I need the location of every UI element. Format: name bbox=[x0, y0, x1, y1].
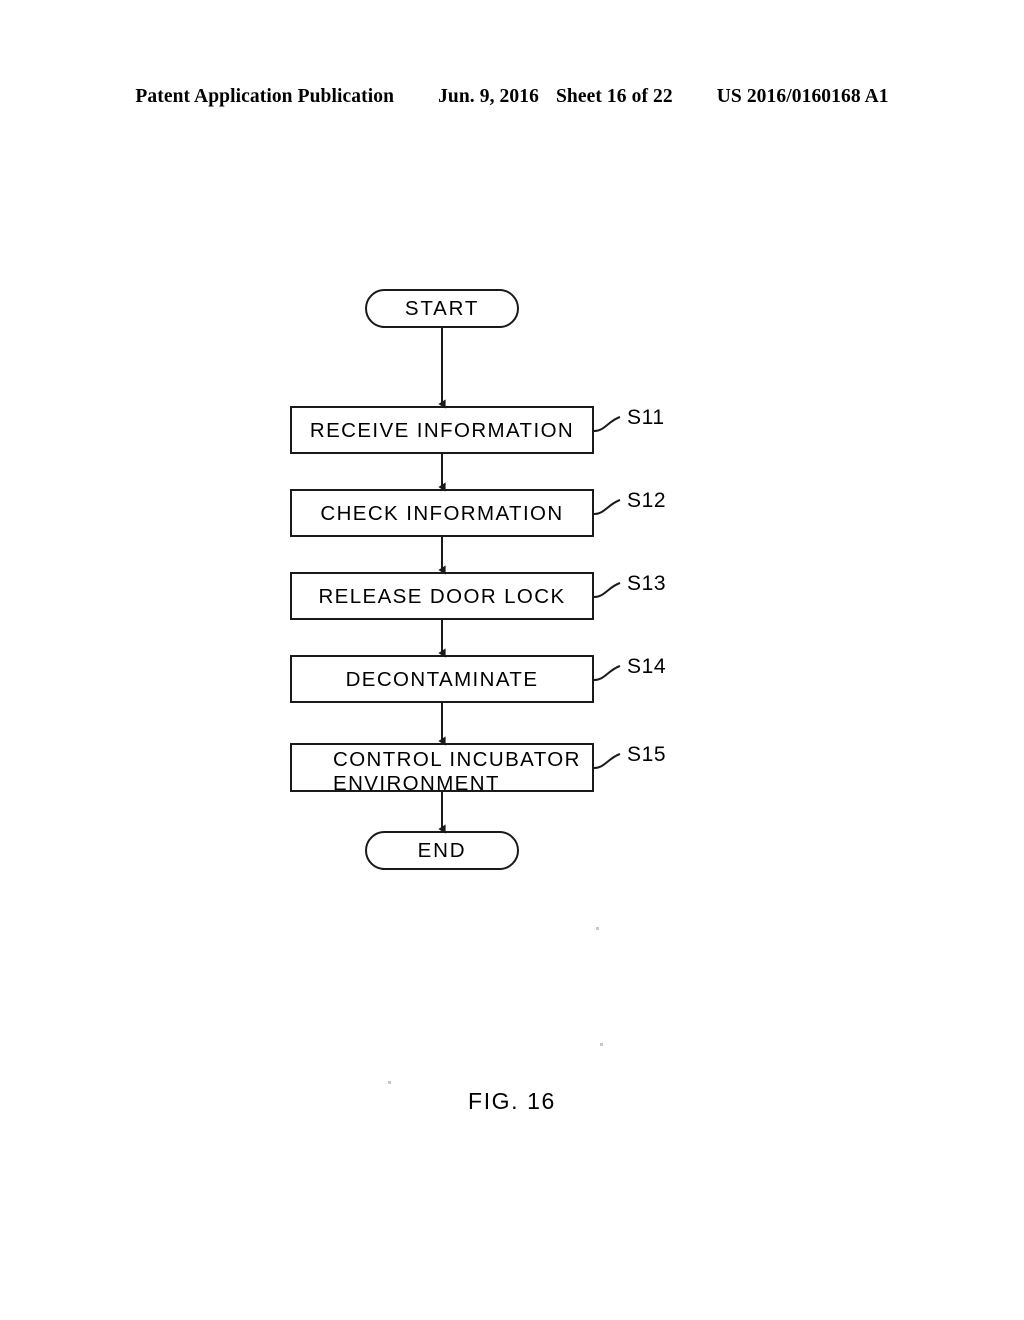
step-tag-s14: S14 bbox=[627, 655, 667, 678]
process-label-s15-line2: ENVIRONMENT bbox=[333, 772, 500, 796]
end-terminal-label: END bbox=[417, 839, 467, 862]
start-terminal-label: START bbox=[404, 297, 480, 320]
flowchart-figure: START RECEIVE INFORMATION CHECK INFORMAT… bbox=[0, 0, 1024, 1320]
step-tag-s15: S15 bbox=[627, 743, 667, 766]
leader-line-s13 bbox=[592, 582, 621, 599]
leader-line-s12 bbox=[592, 499, 621, 516]
scan-speckle bbox=[596, 927, 599, 930]
process-label-s13: RELEASE DOOR LOCK bbox=[318, 585, 566, 608]
process-label-s14: DECONTAMINATE bbox=[345, 668, 539, 691]
process-label-s12: CHECK INFORMATION bbox=[320, 502, 564, 525]
scan-speckle bbox=[600, 1043, 603, 1046]
process-label-s15-line1: CONTROL INCUBATOR bbox=[333, 748, 581, 771]
flowchart-drawing bbox=[290, 289, 621, 870]
figure-caption: FIG. 16 bbox=[468, 1088, 556, 1114]
scan-speckle bbox=[388, 1081, 391, 1084]
leader-line-s15 bbox=[592, 753, 621, 770]
leader-line-s11 bbox=[592, 416, 621, 433]
process-label-s15: CONTROL INCUBATOR ENVIRONMENT bbox=[291, 748, 593, 796]
leader-line-s14 bbox=[592, 665, 621, 682]
step-tag-s11: S11 bbox=[627, 406, 665, 429]
process-label-s11: RECEIVE INFORMATION bbox=[309, 419, 575, 442]
step-tag-s13: S13 bbox=[627, 572, 667, 595]
step-tag-s12: S12 bbox=[627, 489, 667, 512]
